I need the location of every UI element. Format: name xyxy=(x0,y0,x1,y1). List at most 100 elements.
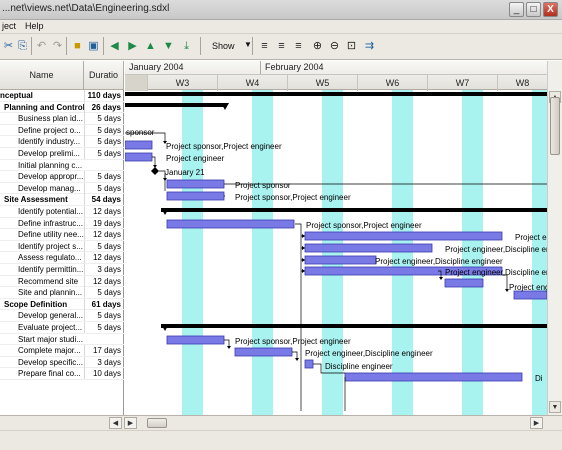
maximize-button[interactable]: □ xyxy=(526,2,541,17)
fit-page-icon[interactable]: ⊡ xyxy=(343,38,360,55)
resource-label: Project sponsor,Project engineer xyxy=(306,221,422,230)
indent-icon[interactable]: ▶ xyxy=(124,38,141,55)
summary-bar[interactable] xyxy=(161,324,547,328)
task-row[interactable]: Define infrastruc... 19 days xyxy=(0,217,124,230)
task-row[interactable]: Define project o... 5 days xyxy=(0,124,124,137)
task-row[interactable]: Assess regulato... 12 days xyxy=(0,252,124,264)
task-duration: 19 days xyxy=(84,217,123,229)
task-bar[interactable] xyxy=(513,290,547,300)
resource-label: Project engineer,Discipline engineer xyxy=(445,245,547,254)
task-row[interactable]: Complete major... 17 days xyxy=(0,345,124,357)
scroll-down-arrow-icon[interactable]: ▼ xyxy=(549,401,561,413)
task-duration: 5 days xyxy=(84,136,123,148)
task-row[interactable]: Site Assessment 54 days xyxy=(0,194,124,206)
menu-project[interactable]: ject xyxy=(2,21,16,31)
task-bar[interactable] xyxy=(166,335,225,345)
task-row[interactable]: Develop appropr... 5 days xyxy=(0,171,124,183)
vertical-scroll-thumb[interactable] xyxy=(550,97,560,155)
copy-icon[interactable]: ⎘ xyxy=(14,38,31,55)
scroll-right-arrow-icon[interactable]: ▶ xyxy=(530,417,543,429)
show-dropdown[interactable]: Show xyxy=(212,41,235,51)
resource-label: Project engineer xyxy=(509,283,547,292)
task-row[interactable]: Identify industry... 5 days xyxy=(0,136,124,148)
scroll-right-arrow-icon[interactable]: ▶ xyxy=(124,417,137,429)
task-row[interactable]: Planning and Control 26 days xyxy=(0,101,124,114)
task-row[interactable]: Recommend site 12 days xyxy=(0,275,124,288)
milestone-marker[interactable] xyxy=(151,167,159,175)
task-row[interactable]: Develop manag... 5 days xyxy=(0,182,124,195)
minimize-button[interactable]: _ xyxy=(509,2,524,17)
gantt-view: Name Duratio nceptual 110 days Planning an… xyxy=(0,61,547,415)
task-row[interactable]: Develop general... 5 days xyxy=(0,310,124,322)
task-bar[interactable] xyxy=(166,219,295,229)
task-bar[interactable] xyxy=(166,179,225,189)
task-row[interactable]: Develop prelimi... 5 days xyxy=(0,148,124,160)
zoom-in-icon[interactable]: ⊕ xyxy=(309,38,326,55)
task-row[interactable]: Site and plannin... 5 days xyxy=(0,287,124,299)
move-down-icon[interactable]: ▼ xyxy=(160,38,177,55)
task-duration: 110 days xyxy=(84,90,123,101)
task-row[interactable]: Initial planning c... xyxy=(0,160,124,172)
name-column-header[interactable]: Name xyxy=(0,61,84,90)
task-bar[interactable] xyxy=(304,359,314,369)
task-duration: 3 days xyxy=(84,356,123,368)
task-row[interactable]: Define utility nee... 12 days xyxy=(0,229,124,241)
task-row[interactable]: Evaluate project... 5 days xyxy=(0,322,124,334)
align-right-icon[interactable]: ≡ xyxy=(290,38,307,55)
duration-column-header[interactable]: Duratio xyxy=(84,61,124,90)
task-bar[interactable] xyxy=(444,278,484,288)
align-left-icon[interactable]: ≡ xyxy=(256,38,273,55)
task-duration: 5 days xyxy=(84,310,123,322)
task-bar[interactable] xyxy=(166,191,225,201)
task-row[interactable]: Identify project s... 5 days xyxy=(0,240,124,253)
menu-help[interactable]: Help xyxy=(25,21,44,31)
zoom-out-icon[interactable]: ⊖ xyxy=(326,38,343,55)
task-row[interactable]: Identify permittin... 3 days xyxy=(0,264,124,276)
summary-bar[interactable] xyxy=(125,103,225,107)
task-bar[interactable] xyxy=(125,152,153,162)
task-row[interactable]: Prepare final co... 10 days xyxy=(0,368,124,380)
scroll-to-task-icon[interactable]: ⇉ xyxy=(361,38,378,55)
outdent-icon[interactable]: ◀ xyxy=(106,38,123,55)
task-row[interactable]: nceptual 110 days xyxy=(0,90,124,102)
task-bar[interactable] xyxy=(304,231,503,241)
move-up-icon[interactable]: ▲ xyxy=(142,38,159,55)
link-tasks-icon[interactable]: ⤓ xyxy=(178,38,195,55)
task-name: Initial planning c... xyxy=(18,160,83,170)
task-bar[interactable] xyxy=(304,255,377,265)
task-bar[interactable] xyxy=(125,140,153,150)
menu-bar: ject Help xyxy=(0,20,562,34)
chevron-down-icon[interactable]: ▼ xyxy=(244,40,252,49)
summary-bar[interactable] xyxy=(161,208,547,212)
undo-icon[interactable]: ↶ xyxy=(33,38,50,55)
resource-label: Project sponsor,Project engineer xyxy=(166,142,282,151)
task-bar[interactable] xyxy=(344,372,523,382)
resource-label: Project sponsor,Project engineer xyxy=(235,337,351,346)
task-info-icon[interactable]: ▣ xyxy=(85,38,102,55)
task-duration: 12 days xyxy=(84,229,123,241)
align-center-icon[interactable]: ≡ xyxy=(273,38,290,55)
horizontal-scrollbar[interactable]: ◀ ▶ ▶ xyxy=(0,415,562,430)
task-duration: 12 days xyxy=(84,275,123,287)
task-bar[interactable] xyxy=(304,243,433,253)
task-duration: 10 days xyxy=(84,368,123,380)
task-duration: 5 days xyxy=(84,182,123,194)
vertical-scrollbar[interactable]: ▲ ▼ xyxy=(547,61,562,415)
task-bar[interactable] xyxy=(234,347,293,357)
task-duration: 5 days xyxy=(84,322,123,333)
task-row[interactable]: Business plan id... 5 days xyxy=(0,113,124,125)
close-button[interactable]: X xyxy=(543,2,558,17)
task-row[interactable]: Identify potential... 12 days xyxy=(0,206,124,218)
task-row[interactable]: Scope Definition 61 days xyxy=(0,298,124,311)
task-row[interactable]: Develop specific... 3 days xyxy=(0,356,124,369)
resource-label: Project engineer,Discipline engineer xyxy=(375,257,503,266)
note-icon[interactable]: ■ xyxy=(69,38,86,55)
horizontal-scroll-thumb[interactable] xyxy=(147,418,167,428)
toolbar: ✂ ⎘ ↶ ↷ ■ ▣ ◀ ▶ ▲ ▼ ⤓ Show ▼ ≡ ≡ ≡ ⊕ ⊖ ⊡… xyxy=(0,34,562,60)
task-row[interactable]: Start major studi... xyxy=(0,334,124,346)
scroll-left-arrow-icon[interactable]: ◀ xyxy=(109,417,122,429)
task-name: Scope Definition xyxy=(4,299,68,309)
gantt-bars: sponsor Project sponsor,Project engineer… xyxy=(125,92,547,411)
redo-icon[interactable]: ↷ xyxy=(49,38,66,55)
summary-bar[interactable] xyxy=(125,92,547,96)
